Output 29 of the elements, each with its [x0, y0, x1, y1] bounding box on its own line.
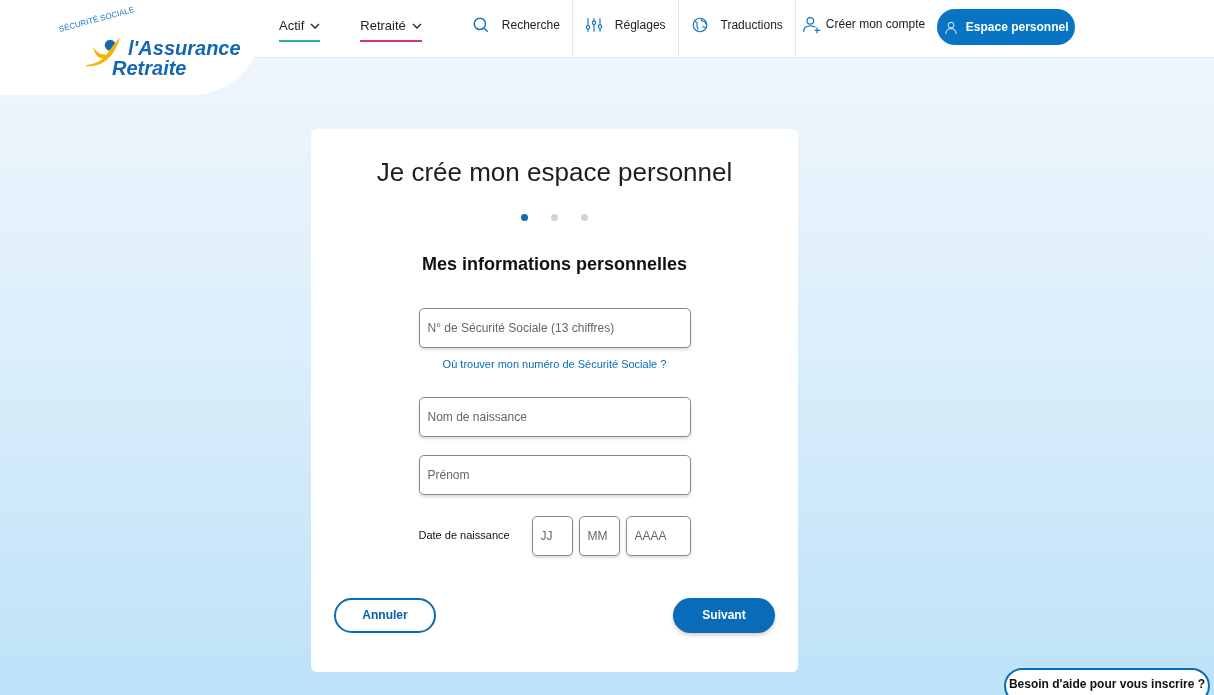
first-name-field[interactable]: Prénom [418, 454, 691, 495]
cancel-button[interactable]: Annuler [334, 597, 436, 633]
user-add-icon [801, 15, 822, 35]
chevron-down-icon [411, 22, 422, 29]
next-button[interactable]: Suivant [673, 597, 775, 633]
globe-icon [690, 16, 709, 34]
toolbar-button[interactable]: Traductions [678, 0, 796, 57]
nav-menu[interactable]: Retraité [360, 16, 422, 42]
date-field[interactable]: MM [578, 515, 620, 556]
personal-space-button[interactable]: Espace personnel [937, 9, 1076, 45]
birth-date-label: Date de naissance [418, 528, 511, 544]
toolbar-button[interactable]: Recherche [451, 0, 573, 57]
section-title: Mes informations personnelles [421, 253, 688, 276]
nav-menu[interactable]: Actif [279, 16, 321, 42]
date-field[interactable]: JJ [531, 515, 573, 556]
help-button[interactable]: Besoin d'aide pour vous inscrire ? [1004, 668, 1210, 695]
create-account-button[interactable]: Créer mon compte [795, 0, 932, 57]
ssn-field[interactable]: N° de Sécurité Sociale (13 chiffres) [418, 308, 691, 348]
logo-subtitle: Retraite [112, 57, 187, 79]
user-icon [943, 19, 958, 35]
date-field[interactable]: AAAA [625, 515, 691, 556]
page-title: Je crée mon espace personnel [376, 156, 733, 189]
search-icon [471, 16, 490, 34]
toolbar-button[interactable]: Réglages [572, 0, 679, 57]
last-name-field[interactable]: Nom de naissance [418, 396, 691, 437]
chevron-down-icon [310, 22, 321, 29]
sliders-icon [584, 16, 603, 34]
logo-title: l'Assurance [128, 37, 241, 59]
ssn-help-link[interactable]: Où trouver mon numéro de Sécurité Sociale ? [442, 356, 667, 373]
